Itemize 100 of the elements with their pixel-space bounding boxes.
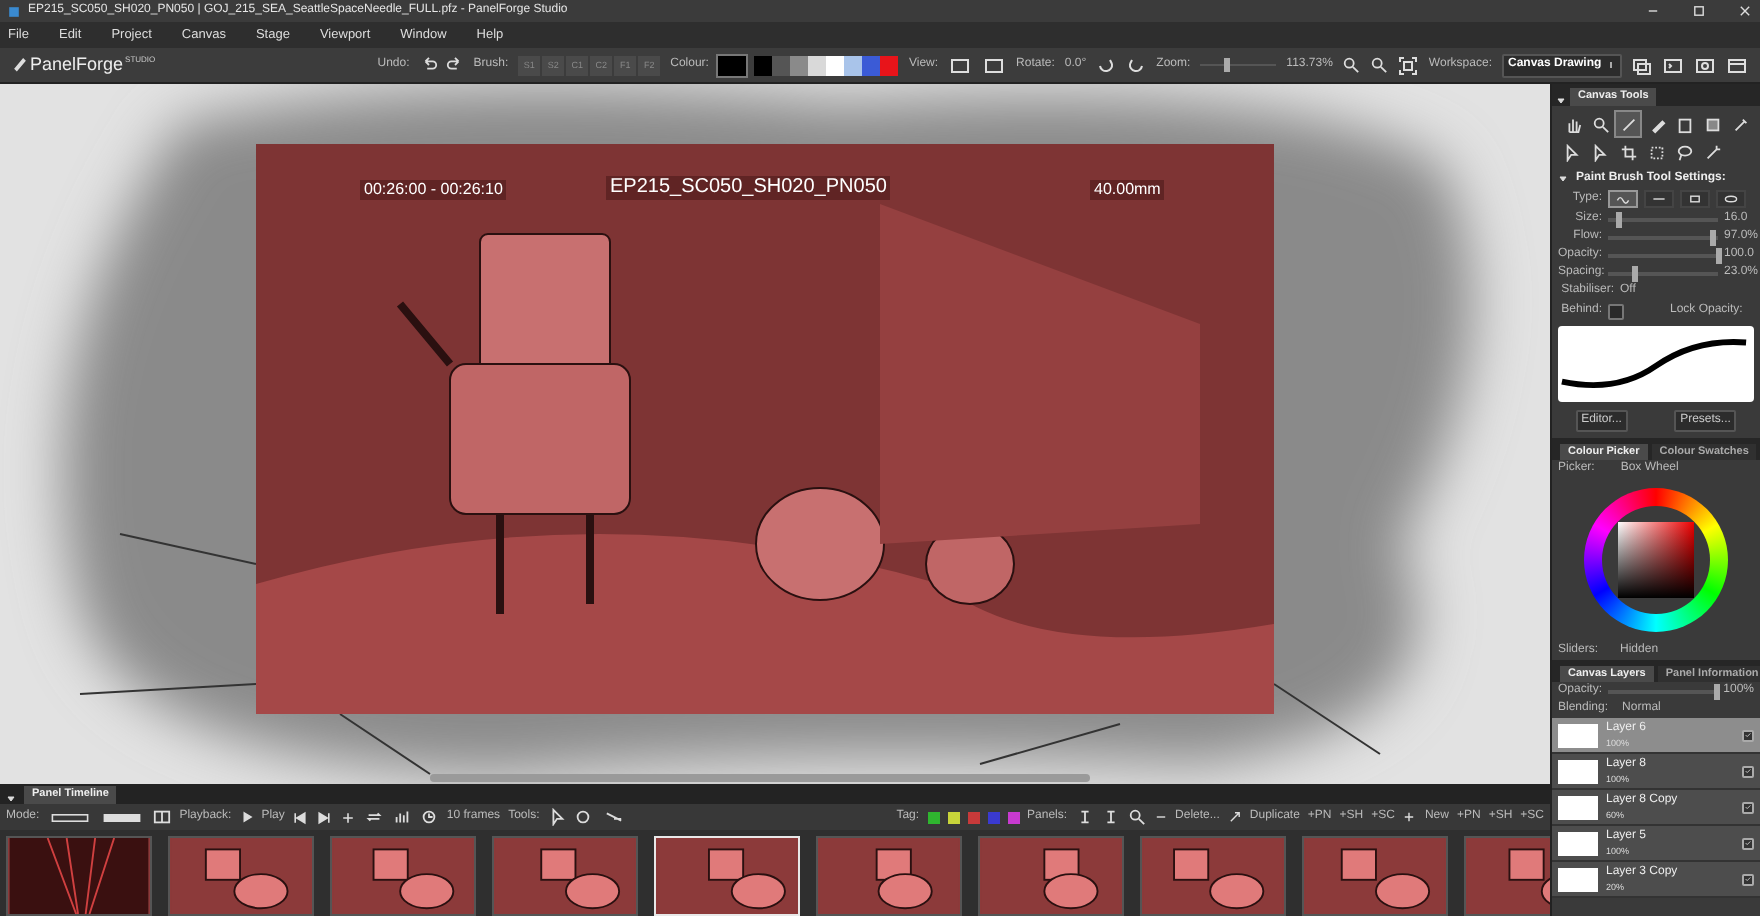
timer-icon[interactable] [420, 808, 439, 826]
shot-title: EP215_SC050_SH020_PN050 [606, 176, 891, 200]
panel-thumbnail[interactable] [1302, 836, 1448, 916]
wave-stroke-type-button[interactable] [1608, 190, 1638, 209]
rectangle-type-button[interactable] [1680, 190, 1710, 209]
lasso-icon [1675, 143, 1693, 161]
ellipse-icon [1722, 192, 1740, 207]
wave-stroke-icon [1614, 192, 1632, 207]
brush-icon [1619, 115, 1637, 133]
colour-swatch[interactable] [862, 55, 881, 75]
eraser-icon [1647, 115, 1665, 133]
magnifier-tool-button[interactable] [1588, 112, 1612, 136]
bar-chart-icon[interactable] [392, 808, 413, 826]
collapse-icon[interactable] [1556, 96, 1566, 106]
horizontal-scrollbar[interactable] [430, 774, 1090, 782]
slider-thumb[interactable] [1632, 265, 1639, 282]
maximize-icon[interactable] [1692, 4, 1706, 18]
layer-thumbnail [1558, 723, 1598, 748]
colour-swatch[interactable] [844, 55, 863, 75]
check-icon [1744, 730, 1752, 741]
behind-checkbox[interactable] [1608, 303, 1624, 320]
last-frame-icon[interactable] [316, 809, 333, 825]
visibility-checkbox[interactable] [1742, 729, 1754, 742]
close-icon[interactable] [1738, 4, 1752, 18]
view-frame-icon[interactable] [982, 55, 1007, 75]
colour-swatch[interactable] [754, 55, 773, 75]
panel-thumbnail[interactable] [816, 836, 962, 916]
opacity-slider-thumb[interactable] [1714, 683, 1721, 700]
redo-icon[interactable] [445, 56, 464, 74]
panel-thumbnail[interactable] [6, 836, 152, 916]
mode-grid-icon[interactable] [99, 809, 144, 825]
panel-thumbnail[interactable] [978, 836, 1124, 916]
check-icon [1744, 766, 1752, 777]
panel-thumbnail[interactable] [168, 836, 314, 916]
colour-swatch[interactable] [772, 55, 791, 75]
panel-thumbnail[interactable] [492, 836, 638, 916]
check-icon [1744, 838, 1752, 849]
fit-screen-icon[interactable] [1398, 55, 1419, 75]
brush-icon [12, 56, 28, 73]
slider-thumb[interactable] [1616, 211, 1622, 228]
rotate-right-icon[interactable] [1126, 55, 1147, 75]
windows-icon[interactable] [1632, 55, 1652, 75]
colour-swatch[interactable] [808, 55, 827, 75]
panel-layout-icon[interactable] [1726, 55, 1748, 75]
current-colour-swatch[interactable] [718, 55, 747, 75]
colour-swatch[interactable] [880, 55, 899, 75]
check-icon [1744, 874, 1752, 885]
ellipse-type-button[interactable] [1716, 190, 1746, 209]
zoom-slider-thumb[interactable] [1223, 58, 1230, 72]
app-icon [8, 5, 20, 17]
pointer-icon[interactable] [547, 808, 566, 826]
layer-thumbnail [1558, 867, 1598, 892]
wand-icon [1703, 143, 1721, 161]
timecode: 00:26:00 - 00:26:10 [360, 180, 507, 200]
view-mode-icon[interactable] [948, 55, 973, 75]
lasso-tool-button[interactable] [1672, 140, 1696, 164]
marquee-icon [1647, 143, 1665, 161]
magnifier-icon [1591, 115, 1609, 133]
minimize-icon[interactable] [1646, 4, 1660, 18]
check-icon [1744, 802, 1752, 813]
search-icon[interactable] [1127, 808, 1146, 826]
panel-thumbnail[interactable] [1140, 836, 1286, 916]
layer-thumbnail [1558, 795, 1598, 820]
colour-swatch[interactable] [826, 55, 845, 75]
eyedropper-icon [1731, 115, 1749, 133]
visibility-checkbox[interactable] [1742, 873, 1754, 886]
undo-icon[interactable] [419, 56, 438, 74]
zoom-in-icon[interactable] [1342, 56, 1361, 74]
visibility-checkbox[interactable] [1742, 801, 1754, 814]
zoom-out-icon[interactable] [1370, 56, 1389, 74]
crop-icon [1619, 143, 1637, 161]
text-cursor-icon[interactable] [1101, 808, 1120, 826]
mode-table-icon[interactable] [151, 808, 172, 826]
line-stroke-type-button[interactable] [1644, 190, 1674, 209]
first-frame-icon[interactable] [292, 809, 309, 825]
rectangle-icon [1686, 192, 1704, 207]
slider-thumb[interactable] [1709, 229, 1716, 246]
colour-swatch[interactable] [790, 55, 809, 75]
brush-tool-button[interactable] [1616, 112, 1640, 136]
duplicate-icon [1227, 810, 1242, 824]
minus-icon [1153, 810, 1168, 824]
layer-thumbnail [1558, 831, 1598, 856]
play-icon[interactable] [239, 810, 254, 824]
mode-strip-icon[interactable] [47, 809, 92, 825]
tag-colour[interactable] [947, 811, 960, 823]
crop-tool-button[interactable] [1616, 140, 1640, 164]
visibility-checkbox[interactable] [1742, 765, 1754, 778]
slider-thumb[interactable] [1715, 247, 1721, 264]
plus-icon [1402, 810, 1417, 824]
loop-icon[interactable] [364, 808, 385, 826]
console-icon[interactable] [1662, 55, 1684, 75]
visibility-checkbox[interactable] [1742, 837, 1754, 850]
layer-thumbnail [1558, 759, 1598, 784]
focal-length: 40.00mm [1090, 180, 1165, 200]
collapse-icon[interactable] [1558, 174, 1568, 185]
text-cursor-icon[interactable] [1075, 808, 1094, 826]
rotate-left-icon[interactable] [1096, 55, 1117, 75]
panel-thumbnail[interactable] [330, 836, 476, 916]
tag-colour[interactable] [927, 811, 940, 823]
preview-icon[interactable] [1694, 55, 1716, 75]
